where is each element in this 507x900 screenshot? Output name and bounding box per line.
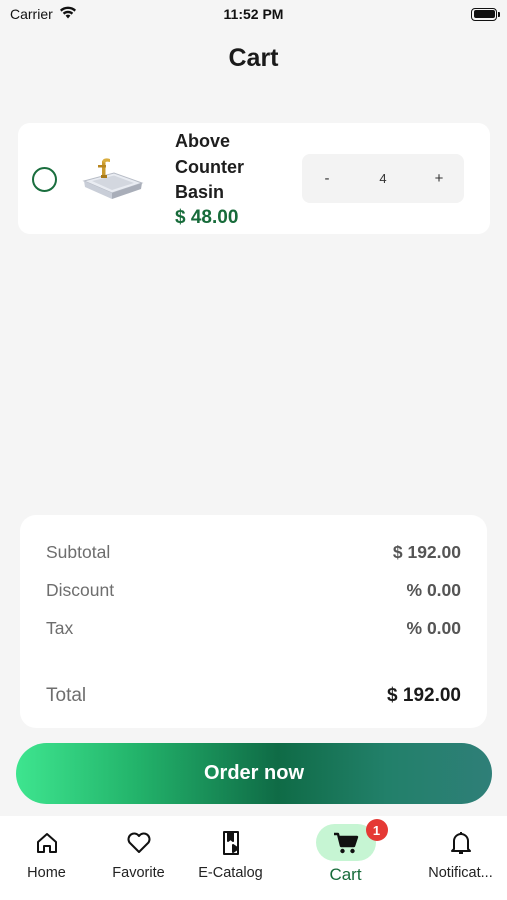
order-now-button[interactable]: Order now — [16, 743, 492, 804]
discount-row: Discount % 0.00 — [46, 580, 461, 601]
carrier-label: Carrier — [10, 6, 53, 22]
nav-label-notifications: Notificat... — [428, 865, 493, 881]
product-price: $ 48.00 — [175, 207, 239, 228]
discount-label: Discount — [46, 580, 115, 600]
subtotal-row: Subtotal $ 192.00 — [46, 542, 461, 563]
status-left: Carrier — [10, 6, 77, 22]
nav-item-cart[interactable]: 1 Cart — [295, 819, 396, 884]
discount-value: % 0.00 — [406, 580, 461, 600]
nav-item-e-catalog[interactable]: E-Catalog — [180, 830, 281, 890]
tax-row: Tax % 0.00 — [46, 618, 461, 639]
nav-label-favorite: Favorite — [112, 865, 165, 881]
quantity-stepper: - 4 + — [302, 154, 464, 203]
nav-item-notifications[interactable]: Notificat... — [410, 830, 507, 890]
tax-label: Tax — [46, 618, 74, 638]
bottom-nav: Home Favorite E-Catalog 1 Cart Notificat… — [0, 816, 507, 900]
product-name: Above Counter Basin — [175, 131, 244, 202]
bell-icon — [448, 830, 474, 856]
cart-icon — [333, 830, 359, 856]
cart-active-pill: 1 — [315, 819, 388, 862]
battery-icon — [471, 7, 500, 21]
order-summary: Subtotal $ 192.00 Discount % 0.00 Tax % … — [20, 515, 487, 728]
nav-label-cart: Cart — [329, 865, 362, 884]
nav-label-home: Home — [27, 865, 66, 881]
status-bar: Carrier 11:52 PM — [0, 0, 507, 28]
product-image — [80, 153, 144, 203]
increment-button[interactable]: + — [428, 170, 450, 187]
nav-item-home[interactable]: Home — [0, 830, 97, 890]
select-item-radio[interactable] — [32, 167, 57, 192]
cart-item: Above Counter Basin $ 48.00 - 4 + — [18, 123, 490, 234]
page-title: Cart — [228, 44, 279, 72]
total-label: Total — [46, 685, 87, 706]
subtotal-label: Subtotal — [46, 542, 111, 562]
wifi-icon — [59, 6, 77, 22]
quantity-value: 4 — [379, 171, 387, 186]
catalog-icon — [218, 830, 244, 856]
decrement-button[interactable]: - — [316, 170, 338, 187]
tax-value: % 0.00 — [406, 618, 461, 638]
home-icon — [34, 830, 60, 856]
heart-icon — [126, 830, 152, 856]
total-value: $ 192.00 — [387, 685, 461, 706]
nav-item-favorite[interactable]: Favorite — [88, 830, 189, 890]
total-row: Total $ 192.00 — [46, 685, 461, 707]
nav-label-e-catalog: E-Catalog — [198, 865, 263, 881]
cart-count-badge: 1 — [365, 819, 388, 841]
subtotal-value: $ 192.00 — [392, 542, 461, 562]
